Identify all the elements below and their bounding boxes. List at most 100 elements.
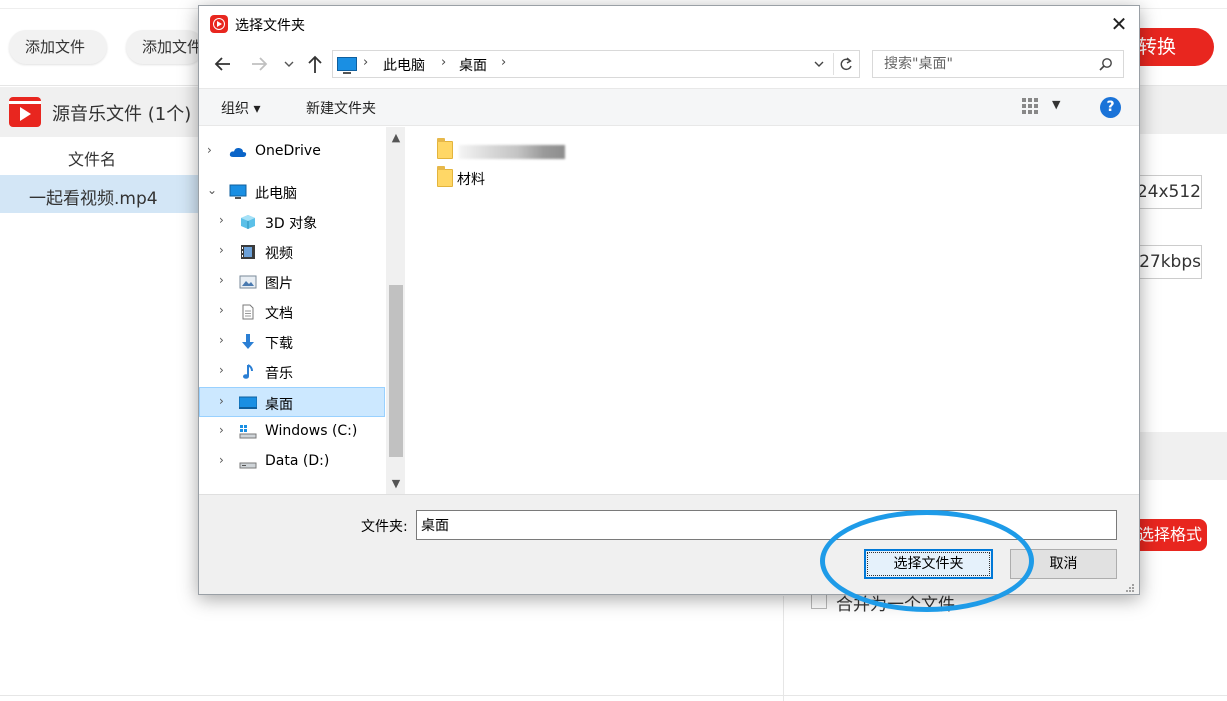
column-header-filename: 文件名 [68,150,117,169]
scroll-thumb[interactable] [389,285,403,457]
select-folder-dialog: 选择文件夹 ✕ › 此电脑 › 桌面 › 搜索"桌面" 组织 ▾ 新建文件夹 ▼… [198,5,1140,595]
tree-item-label: 音乐 [265,366,293,382]
chevron-right-icon[interactable]: › [219,213,224,227]
drive-c-icon [239,425,257,439]
resolution-value: 1024x512 [1131,182,1201,202]
music-icon [243,364,253,379]
search-box[interactable] [872,50,1124,78]
tree-item-label: 3D 对象 [265,216,318,232]
highlight-ring-annotation [820,510,1034,612]
navigation-bar: › 此电脑 › 桌面 › [199,46,1139,82]
settings-header [1140,86,1227,134]
tree-item-label: Data (D:) [265,453,330,469]
breadcrumb-desktop[interactable]: 桌面 [459,55,487,75]
back-arrow-icon[interactable] [211,46,235,82]
source-files-title: 源音乐文件 (1个) [52,104,192,125]
up-arrow-icon[interactable] [303,46,327,82]
tree-item-onedrive[interactable]: › OneDrive [199,137,385,167]
tree-item-desktop[interactable]: › 桌面 [199,387,385,417]
list-item[interactable] [437,138,577,163]
scroll-down-icon[interactable]: ▼ [387,477,405,490]
refresh-icon[interactable] [833,53,857,75]
tree-item-pictures[interactable]: › 图片 [199,267,385,297]
video-clapper-icon [9,97,41,127]
download-icon [242,334,254,349]
close-button[interactable]: ✕ [1107,12,1131,36]
list-item[interactable]: 材料 [437,166,517,191]
folder-icon [437,138,453,159]
view-options-icon[interactable] [1021,97,1043,117]
choose-format-button[interactable]: 选择格式 [1132,519,1207,551]
folder-field-label: 文件夹: [361,519,408,535]
computer-icon [337,57,357,74]
chevron-down-icon[interactable]: ⌄ [207,183,217,197]
convert-button[interactable]: 转换 [1132,28,1214,66]
resolution-field[interactable]: 1024x512 [1130,175,1202,209]
tree-item-drive-c[interactable]: › Windows (C:) [199,417,385,447]
chevron-right-icon[interactable]: › [219,453,224,467]
output-header [1140,432,1227,480]
add-folder-button[interactable]: 添加文件夹 [126,30,204,64]
tree-item-this-pc[interactable]: ⌄ 此电脑 [199,177,385,207]
tree-item-label: Windows (C:) [265,423,358,439]
navigation-pane: › OneDrive ⌄ 此电脑 › 3D 对象 › 视频 › 图片 › 文档 [199,127,387,494]
tree-scrollbar[interactable]: ▲ ▼ [387,127,405,494]
add-file-button[interactable]: 添加文件 [9,30,107,64]
app-logo-icon [210,15,228,33]
search-input[interactable] [874,52,1094,76]
tree-item-label: 视频 [265,246,293,262]
scroll-up-icon[interactable]: ▲ [387,131,405,144]
chevron-right-icon[interactable]: › [207,143,212,157]
chevron-right-icon[interactable]: › [219,243,224,257]
chevron-right-icon[interactable]: › [219,423,224,437]
chevron-right-icon[interactable]: › [219,273,224,287]
view-dropdown-icon[interactable]: ▼ [1052,98,1060,111]
resize-grip-icon[interactable] [1125,583,1135,593]
tree-item-downloads[interactable]: › 下载 [199,327,385,357]
chevron-right-icon[interactable]: › [219,303,224,317]
dialog-title: 选择文件夹 [235,18,305,34]
tree-item-3d-objects[interactable]: › 3D 对象 [199,207,385,237]
search-icon[interactable] [1099,57,1113,71]
forward-arrow-icon[interactable] [247,46,271,82]
bitrate-value: 1027kbps [1131,252,1201,272]
tree-item-videos[interactable]: › 视频 [199,237,385,267]
bitrate-field[interactable]: 1027kbps [1130,245,1202,279]
chevron-right-icon[interactable]: › [219,363,224,377]
cube-icon [241,215,255,229]
tree-item-documents[interactable]: › 文档 [199,297,385,327]
chevron-right-icon[interactable]: › [501,55,506,70]
tree-item-label: 下载 [265,336,293,352]
bottom-divider [0,695,1227,696]
chevron-down-icon[interactable] [281,46,297,82]
help-icon[interactable]: ? [1100,97,1121,118]
video-icon [241,245,255,259]
tree-item-label: 桌面 [265,397,293,413]
dialog-toolbar: 组织 ▾ 新建文件夹 ▼ ? [199,88,1139,126]
computer-icon [229,184,247,199]
folder-icon [437,166,453,187]
breadcrumb-this-pc[interactable]: 此电脑 [383,55,425,75]
chevron-right-icon[interactable]: › [363,55,368,70]
chevron-right-icon[interactable]: › [219,333,224,347]
merge-checkbox[interactable] [811,593,827,609]
organize-menu[interactable]: 组织 ▾ [221,98,260,118]
chevron-right-icon[interactable]: › [219,394,224,408]
file-list-pane: 材料 [409,127,1139,494]
drive-d-icon [239,462,257,469]
tree-item-label: OneDrive [255,143,321,159]
address-dropdown-icon[interactable] [809,53,829,82]
chevron-right-icon[interactable]: › [441,55,446,70]
address-bar[interactable]: › 此电脑 › 桌面 › [332,50,860,78]
picture-icon [239,275,257,289]
panel-divider [783,596,784,701]
cloud-icon [229,147,247,157]
dialog-titlebar[interactable]: 选择文件夹 ✕ [199,6,1139,42]
new-folder-button[interactable]: 新建文件夹 [306,98,376,118]
tree-item-label: 文档 [265,306,293,322]
desktop-icon [239,396,257,409]
file-name: 一起看视频.mp4 [29,189,158,209]
tree-item-music[interactable]: › 音乐 [199,357,385,387]
tree-item-drive-d[interactable]: › Data (D:) [199,447,385,477]
tree-item-label: 此电脑 [255,186,297,202]
